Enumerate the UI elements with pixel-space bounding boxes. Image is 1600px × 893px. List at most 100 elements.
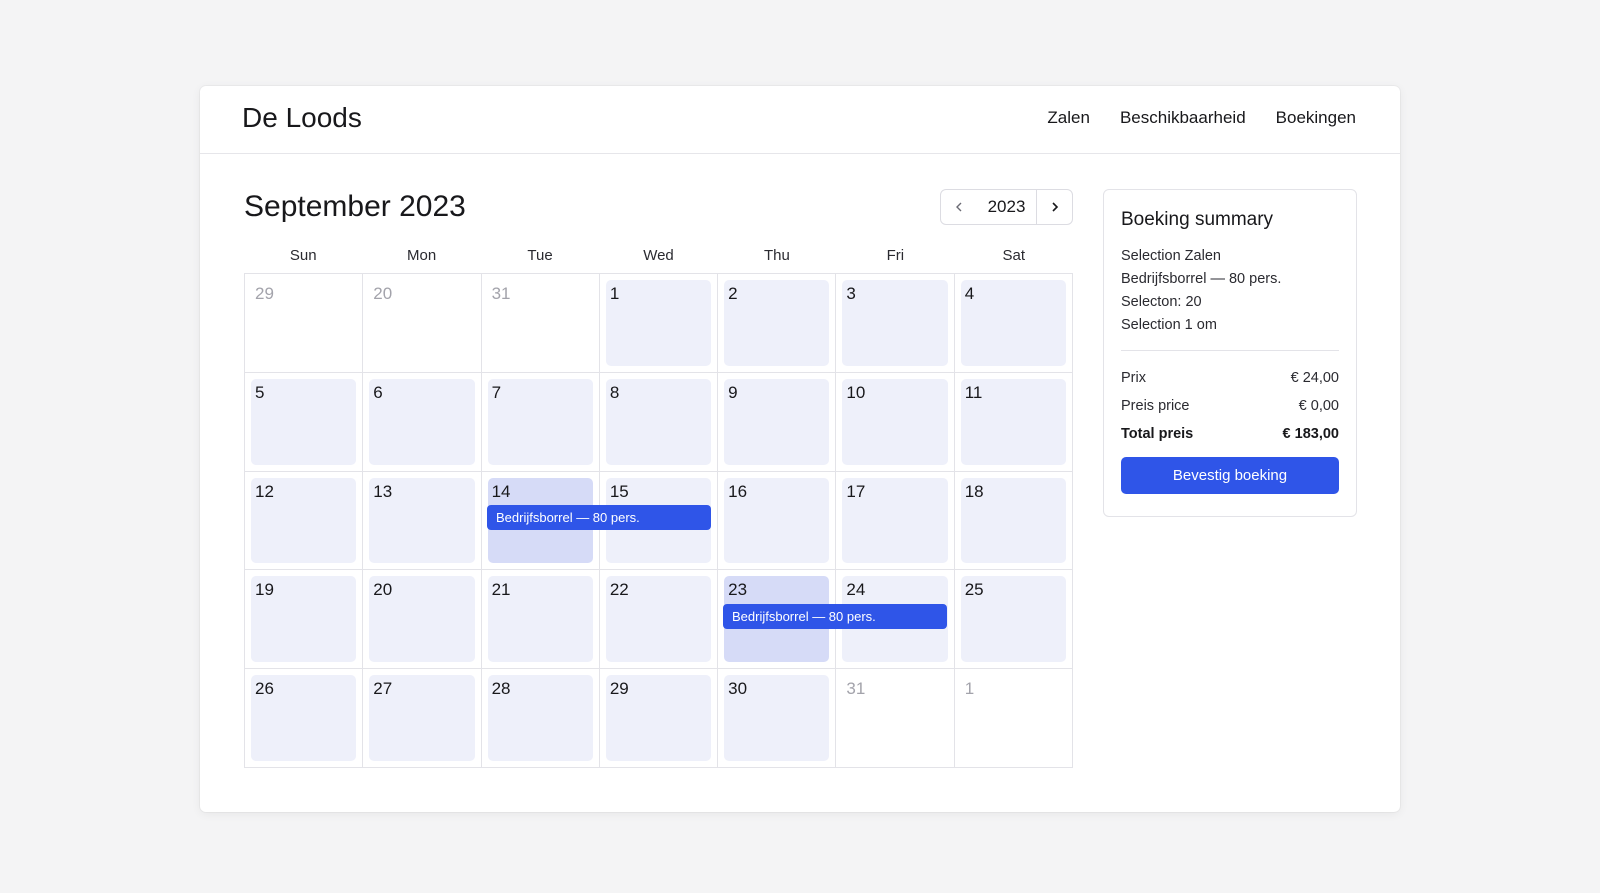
day-cell-body[interactable]: 22 [605, 576, 712, 663]
calendar-day[interactable]: 4 [954, 274, 1073, 373]
day-number: 9 [728, 382, 738, 402]
day-number: 13 [373, 481, 393, 501]
day-number: 26 [255, 679, 274, 699]
day-cell-body[interactable]: 13 [369, 477, 475, 564]
day-number: 10 [846, 382, 866, 402]
next-year-button[interactable] [1036, 190, 1072, 224]
day-cell-body[interactable]: 21 [487, 576, 593, 663]
day-number: 28 [491, 679, 511, 699]
day-cell-body[interactable]: 30 [724, 675, 830, 761]
price-label: Prix [1121, 370, 1146, 386]
calendar-day[interactable]: 25 [954, 570, 1073, 670]
calendar-day[interactable]: 3 [836, 274, 955, 373]
day-cell-body[interactable]: 9 [724, 378, 830, 465]
day-cell-body[interactable]: 27 [369, 675, 475, 761]
day-number: 6 [373, 382, 383, 402]
calendar-day[interactable]: 19 [245, 570, 364, 670]
calendar-day[interactable]: 26 [245, 669, 364, 768]
day-cell-body[interactable]: 3 [842, 280, 948, 366]
day-cell-body[interactable]: 2 [724, 280, 830, 366]
day-cell-body[interactable]: 29 [605, 675, 712, 761]
day-number: 20 [373, 284, 393, 303]
day-cell-body[interactable]: 5 [251, 378, 357, 465]
calendar-day[interactable]: 10 [836, 372, 955, 472]
summary-line: Selecton: 20 [1121, 294, 1202, 310]
summary-title: Boeking summary [1121, 209, 1274, 230]
calendar-day[interactable]: 20 [363, 570, 482, 670]
day-number: 31 [491, 284, 511, 303]
calendar-day[interactable]: 16 [718, 471, 837, 571]
summary-line: Bedrijfsborrel — 80 pers. [1121, 271, 1282, 287]
main-nav: Zalen Beschikbaarheid Boekingen [1047, 108, 1356, 128]
calendar-day[interactable]: 5 [245, 372, 364, 472]
calendar-day-outside-month[interactable]: 31 [836, 669, 955, 768]
day-cell-body[interactable]: 1 [605, 280, 712, 366]
calendar-day[interactable]: 22 [599, 570, 719, 670]
calendar-day[interactable]: 11 [954, 372, 1073, 472]
price-value: € 0,00 [1298, 398, 1339, 414]
calendar-day[interactable]: 9 [718, 372, 837, 472]
day-number: 12 [255, 481, 274, 501]
confirm-booking-button[interactable]: Bevestig boeking [1121, 457, 1339, 494]
calendar-day[interactable]: 8 [599, 372, 719, 472]
day-number: 31 [846, 679, 866, 699]
calendar-day[interactable]: 2 [718, 274, 837, 373]
top-bar: De Loods Zalen Beschikbaarheid Boekingen [200, 86, 1400, 154]
calendar-day[interactable]: 21 [481, 570, 600, 670]
day-number: 25 [964, 580, 984, 600]
day-cell-body[interactable]: 20 [369, 576, 475, 663]
calendar-day[interactable]: 30 [718, 669, 837, 768]
day-cell-body[interactable]: 17 [842, 477, 948, 564]
day-cell-body[interactable]: 16 [724, 477, 830, 564]
calendar-day[interactable]: 29 [599, 669, 719, 768]
calendar-day[interactable]: 7 [481, 372, 600, 472]
nav-item-zalen[interactable]: Zalen [1047, 108, 1090, 128]
calendar-day[interactable]: 13 [363, 471, 482, 571]
chevron-left-icon [956, 202, 962, 212]
day-cell-body[interactable]: 31 [488, 280, 593, 366]
day-cell-body[interactable]: 1 [961, 675, 1066, 761]
nav-item-beschikbaarheid[interactable]: Beschikbaarheid [1120, 108, 1246, 128]
day-cell-body[interactable]: 31 [842, 675, 947, 761]
day-number: 27 [373, 679, 393, 699]
day-cell-body[interactable]: 6 [369, 378, 475, 465]
total-value: € 183,00 [1282, 426, 1339, 442]
day-cell-body[interactable]: 4 [960, 280, 1066, 366]
day-cell-body[interactable]: 12 [251, 477, 357, 564]
day-cell-body[interactable]: 10 [842, 378, 948, 465]
day-number: 18 [964, 481, 984, 501]
day-number: 5 [255, 382, 265, 402]
calendar-day[interactable]: 12 [245, 471, 364, 571]
day-cell-body[interactable]: 19 [251, 576, 357, 663]
day-number: 23 [728, 580, 748, 600]
calendar-day[interactable]: 1 [599, 274, 719, 373]
calendar-event[interactable]: Bedrijfsborrel — 80 pers. [723, 604, 947, 629]
day-cell-body[interactable]: 7 [487, 378, 593, 465]
calendar-day[interactable]: 28 [481, 669, 600, 768]
day-cell-body[interactable]: 28 [487, 675, 593, 761]
day-cell-body[interactable]: 26 [251, 675, 357, 761]
prev-year-button[interactable] [941, 190, 977, 224]
day-number: 1 [964, 679, 975, 699]
price-label: Preis price [1121, 398, 1190, 414]
brand-logo[interactable]: De Loods [242, 102, 362, 134]
nav-item-boekingen[interactable]: Boekingen [1276, 108, 1356, 128]
calendar-day[interactable]: 6 [363, 372, 482, 472]
day-number: 3 [846, 284, 856, 303]
day-cell-body[interactable]: 18 [960, 477, 1066, 564]
day-cell-body[interactable]: 8 [605, 378, 712, 465]
calendar-day[interactable]: 17 [836, 471, 955, 571]
day-cell-body[interactable]: 20 [369, 280, 474, 366]
calendar-day-outside-month[interactable]: 31 [481, 274, 600, 373]
calendar-day[interactable]: 18 [954, 471, 1073, 571]
calendar-day[interactable]: 27 [363, 669, 482, 768]
day-cell-body[interactable]: 25 [960, 576, 1066, 663]
day-cell-body[interactable]: 29 [251, 280, 356, 366]
total-label: Total preis [1121, 426, 1194, 442]
calendar-day-outside-month[interactable]: 1 [954, 669, 1073, 768]
day-cell-body[interactable]: 11 [960, 378, 1066, 465]
price-row: Preis price € 0,00 [1121, 392, 1339, 420]
calendar-day-outside-month[interactable]: 29 [245, 274, 364, 373]
calendar-day-outside-month[interactable]: 20 [363, 274, 482, 373]
calendar-event[interactable]: Bedrijfsborrel — 80 pers. [487, 505, 711, 530]
